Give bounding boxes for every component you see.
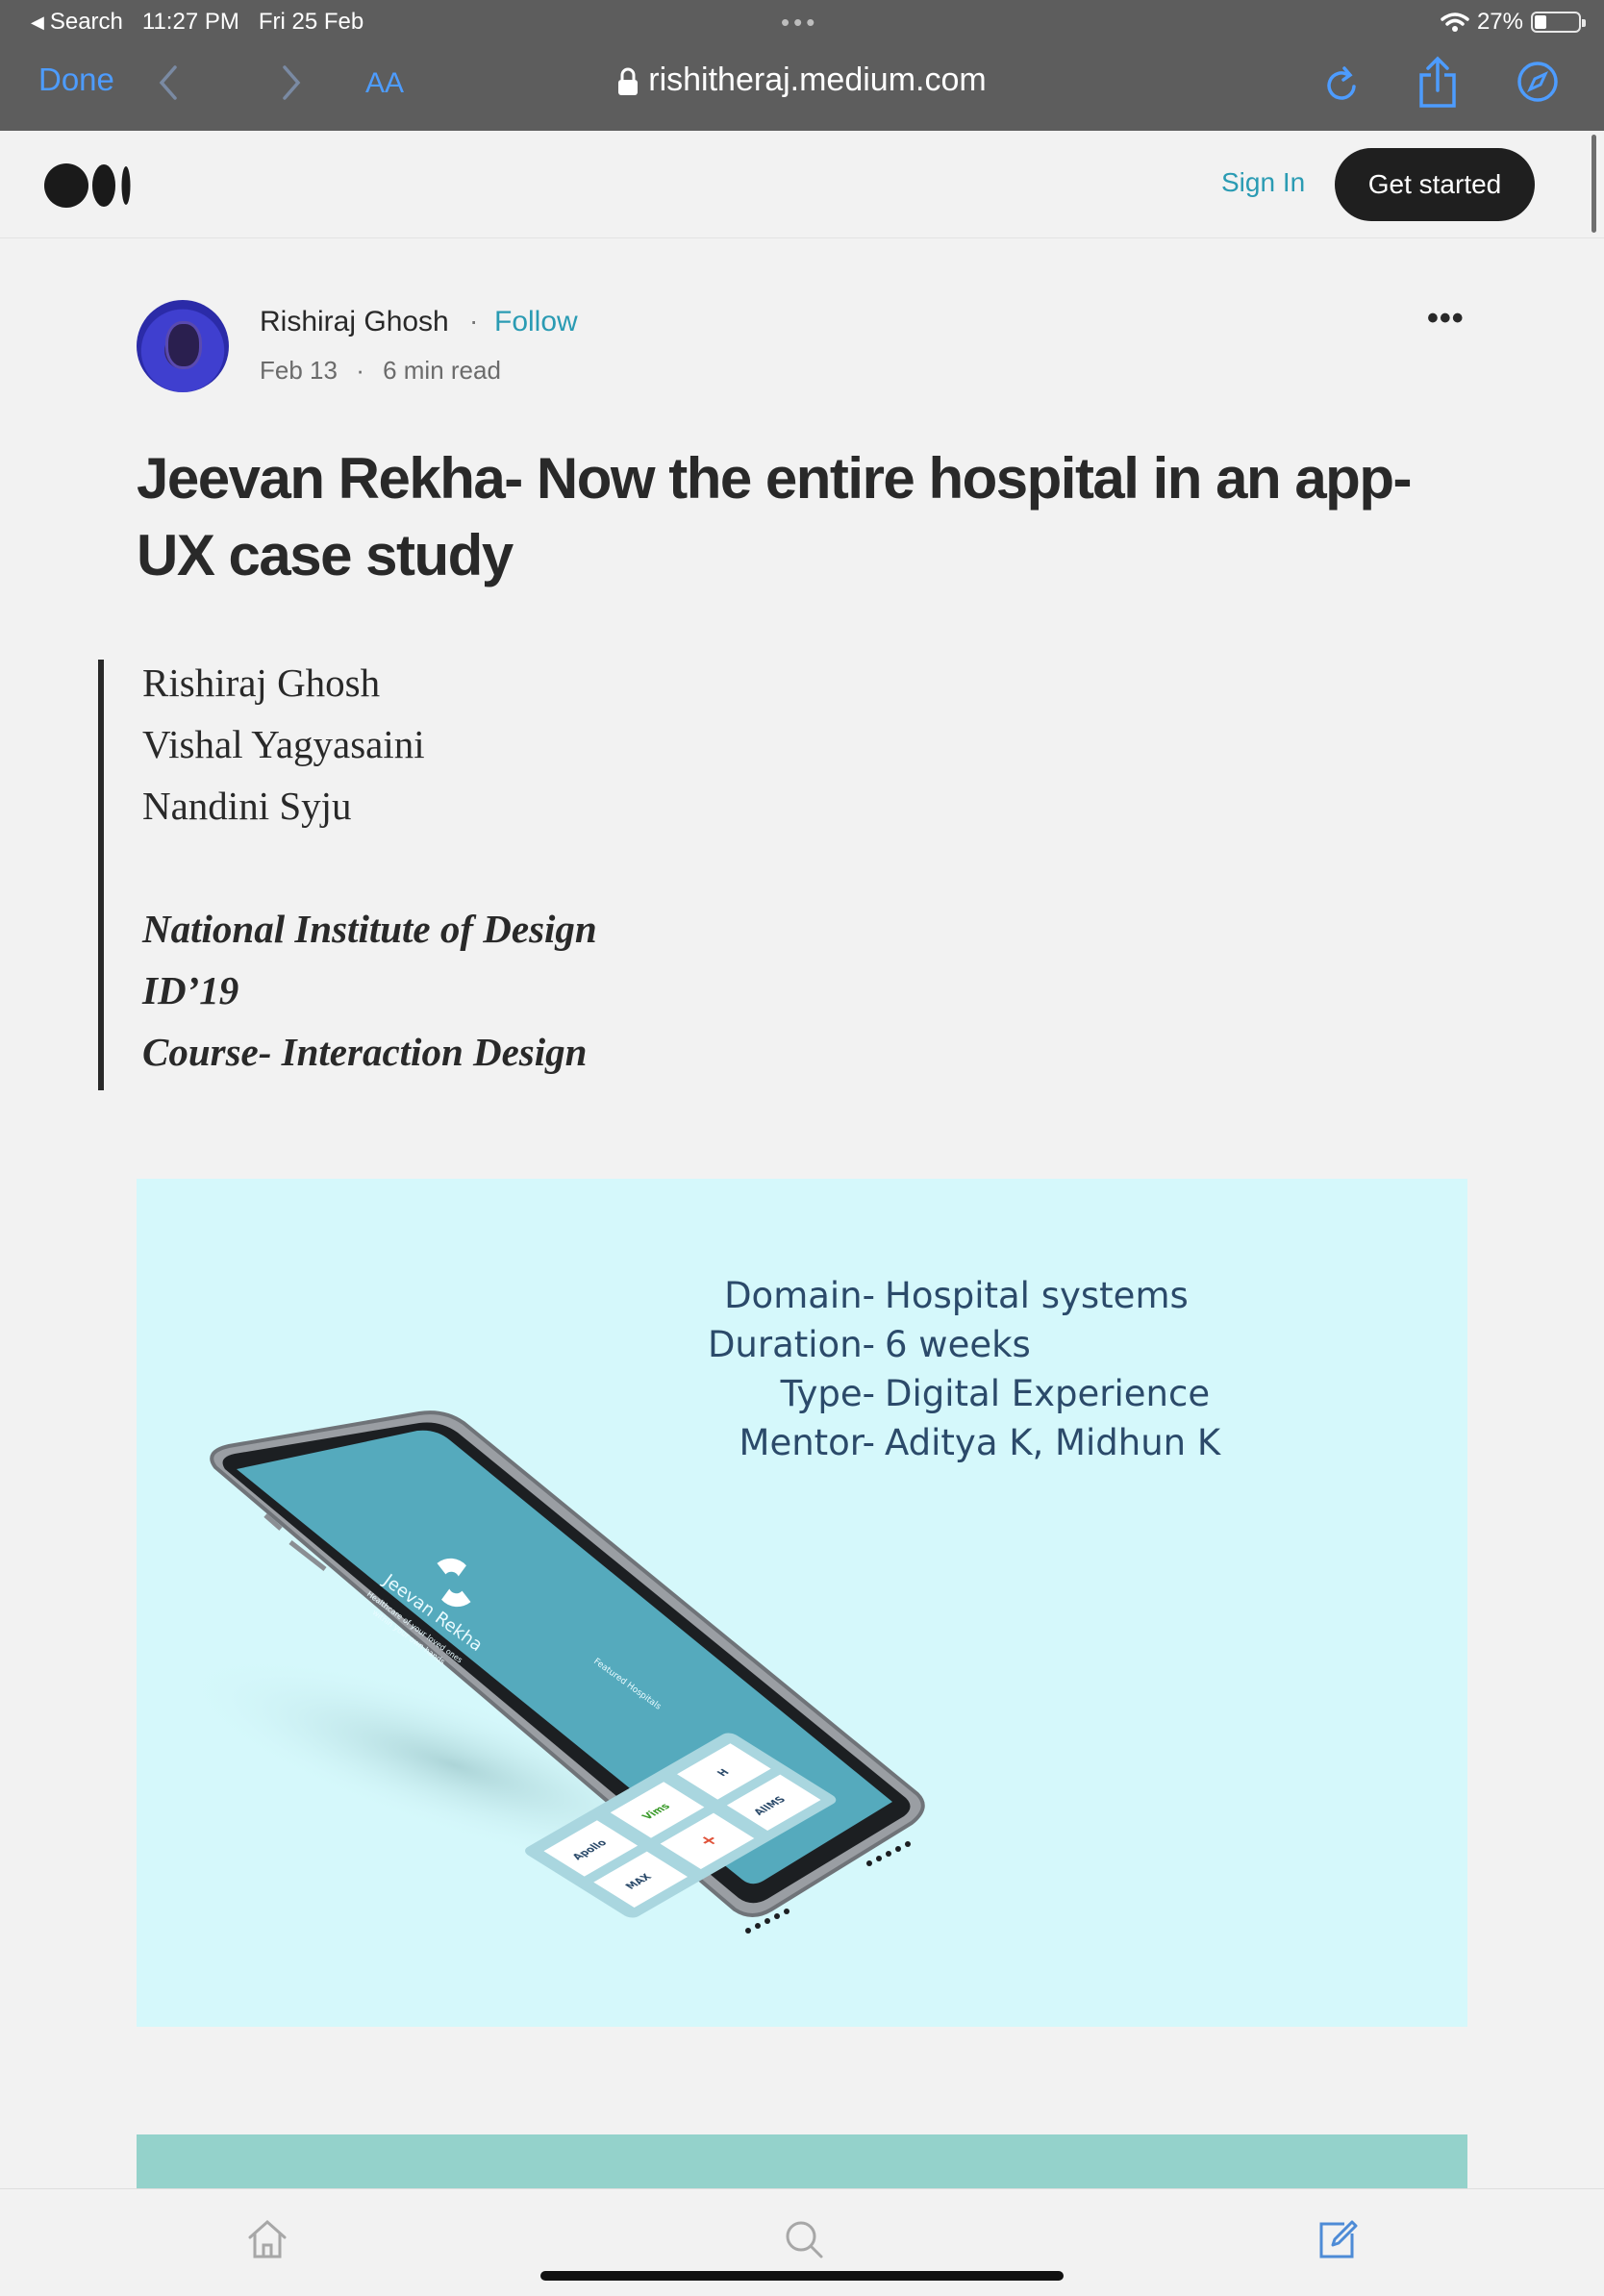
share-icon[interactable]	[1416, 56, 1460, 110]
multitasking-dots-icon[interactable]: •••	[781, 8, 818, 37]
sign-in-link[interactable]: Sign In	[1221, 167, 1305, 198]
credit-batch: ID’19	[142, 968, 239, 1012]
battery-level	[1535, 15, 1546, 29]
back-to-app-icon[interactable]: ◀	[31, 12, 44, 33]
status-date: Fri 25 Feb	[258, 9, 364, 35]
separator-dot: ·	[469, 306, 479, 336]
more-options-icon[interactable]: •••	[1427, 300, 1465, 337]
compass-icon[interactable]	[1516, 60, 1560, 104]
credit-person: Rishiraj Ghosh	[142, 661, 381, 705]
lock-icon	[618, 67, 639, 96]
reload-icon[interactable]	[1323, 63, 1362, 106]
home-indicator[interactable]	[540, 2271, 1064, 2281]
search-icon[interactable]	[783, 2218, 825, 2260]
credit-person: Vishal Yagyasaini	[142, 722, 425, 766]
post-meta: Feb 13 · 6 min read	[260, 356, 501, 386]
status-bar: ◀ Search 11:27 PM Fri 25 Feb ••• 27%	[0, 0, 1604, 44]
phone-mockup: Jeevan Rekha Healthcare of your loved on…	[178, 1410, 925, 1934]
credits-blockquote: Rishiraj Ghosh Vishal Yagyasaini Nandini…	[98, 660, 771, 1090]
avatar-face	[165, 321, 202, 369]
battery-percent: 27%	[1476, 9, 1523, 35]
credit-institution: National Institute of Design	[142, 907, 597, 951]
medium-logo-icon[interactable]	[44, 163, 133, 208]
article-title: Jeevan Rekha- Now the entire hospital in…	[137, 446, 1412, 587]
hero-image[interactable]: Domain- Hospital systems Duration- 6 wee…	[137, 1179, 1467, 2027]
page-scroll-indicator[interactable]	[1591, 135, 1596, 233]
credit-course: Course- Interaction Design	[142, 1030, 588, 1074]
status-time: 11:27 PM	[141, 9, 239, 35]
author-name[interactable]: Rishiraj Ghosh	[260, 306, 449, 338]
browser-chrome: ◀ Search 11:27 PM Fri 25 Feb ••• 27% Don…	[0, 0, 1604, 131]
medium-header: Sign In Get started	[0, 131, 1604, 238]
wifi-icon	[1441, 12, 1469, 32]
url-text[interactable]: rishitheraj.medium.com	[648, 62, 986, 98]
battery-icon	[1531, 12, 1586, 33]
safari-toolbar: Done AA rishitheraj.medium.com	[0, 48, 1604, 131]
author-row: Rishiraj Ghosh · Follow Feb 13 · 6 min r…	[137, 300, 1473, 396]
back-to-app-label[interactable]: Search	[50, 9, 123, 36]
follow-link[interactable]: Follow	[494, 306, 578, 338]
home-icon[interactable]	[246, 2218, 288, 2260]
author-avatar[interactable]	[137, 300, 229, 392]
read-time: 6 min read	[383, 356, 501, 385]
post-date: Feb 13	[260, 356, 338, 385]
address-bar[interactable]: rishitheraj.medium.com	[0, 62, 1604, 99]
separator-dot: ·	[356, 356, 364, 385]
get-started-button[interactable]: Get started	[1335, 148, 1535, 221]
write-icon[interactable]	[1316, 2218, 1358, 2260]
credit-person: Nandini Syju	[142, 784, 352, 828]
